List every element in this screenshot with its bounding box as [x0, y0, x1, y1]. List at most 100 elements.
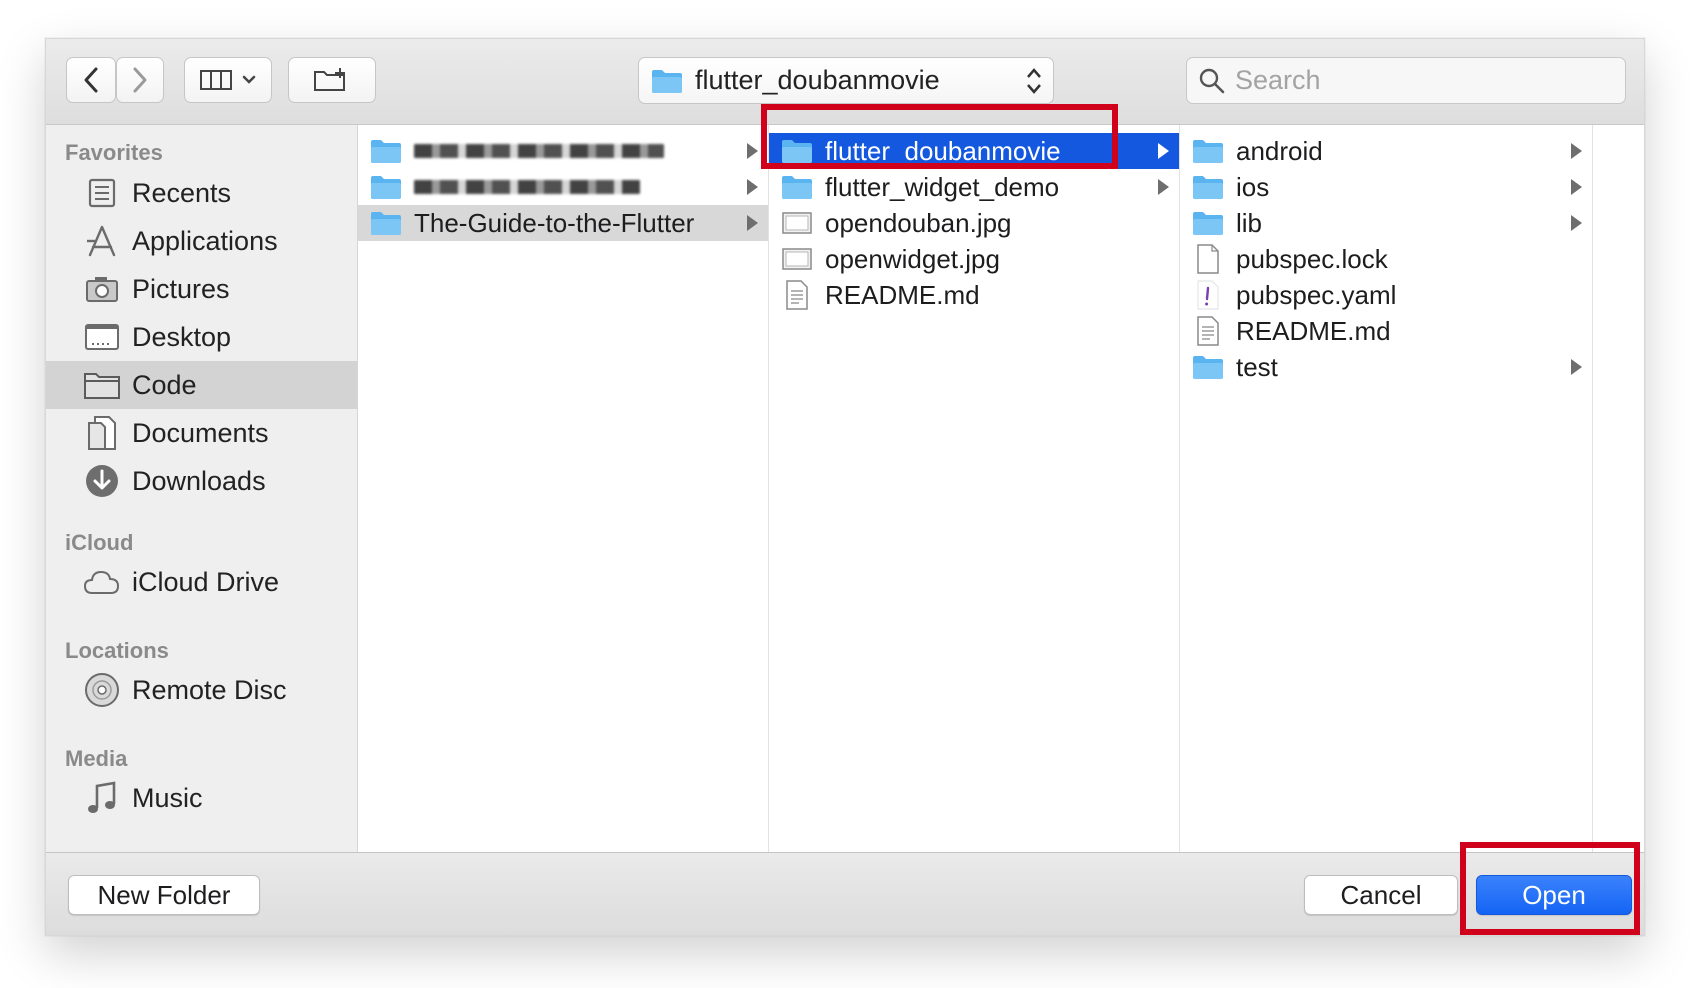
item-name: The-Guide-to-the-Flutter: [414, 207, 695, 238]
search-input[interactable]: [1235, 65, 1615, 96]
path-popup-label: flutter_doubanmovie: [695, 65, 940, 95]
sidebar-item-remote-disc[interactable]: Remote Disc: [46, 666, 357, 714]
cancel-button[interactable]: Cancel: [1304, 875, 1458, 915]
folder-icon: [652, 69, 682, 93]
new-folder-button[interactable]: New Folder: [68, 875, 260, 915]
back-button[interactable]: [66, 57, 116, 103]
list-item[interactable]: README.md: [769, 277, 1179, 313]
item-name: flutter_widget_demo: [825, 171, 1060, 202]
cloud-icon: [82, 562, 122, 602]
redacted-name: [414, 180, 640, 194]
disclosure-arrow-icon: [747, 179, 758, 195]
sidebar-item-downloads[interactable]: Downloads: [46, 457, 357, 505]
sidebar-item-label: Desktop: [132, 321, 232, 352]
forward-button[interactable]: [116, 57, 164, 103]
item-name: opendouban.jpg: [825, 207, 1012, 238]
folder-icon: [82, 365, 122, 405]
item-name: android: [1236, 135, 1323, 166]
list-item[interactable]: ios: [1180, 169, 1592, 205]
sidebar-item-label: Documents: [132, 417, 269, 448]
item-name: ios: [1236, 171, 1270, 202]
up-down-chevron-icon: [1027, 68, 1041, 94]
music-icon: [82, 778, 122, 818]
disclosure-arrow-icon: [1158, 179, 1169, 195]
folder-icon: [370, 207, 402, 239]
item-name: pubspec.lock: [1236, 243, 1388, 274]
browser-column-3: android ios lib pubspec.lock pubspec.yam…: [1180, 125, 1593, 852]
documents-icon: [82, 413, 122, 453]
folder-icon: [1192, 171, 1224, 203]
browser-column-4: [1593, 125, 1644, 852]
sidebar-item-label: Code: [132, 369, 197, 400]
folder-icon: [1192, 207, 1224, 239]
disclosure-arrow-icon: [1571, 179, 1582, 195]
chevron-left-icon: [84, 67, 98, 93]
list-item[interactable]: opendouban.jpg: [769, 205, 1179, 241]
list-item[interactable]: README.md: [1180, 313, 1592, 349]
view-mode-button[interactable]: [184, 57, 272, 103]
desktop-icon: [82, 317, 122, 357]
disclosure-arrow-icon: [1158, 143, 1169, 159]
new-folder-icon: [314, 68, 345, 91]
blank-file-icon: [1192, 243, 1224, 275]
list-item[interactable]: [358, 169, 768, 205]
list-item[interactable]: openwidget.jpg: [769, 241, 1179, 277]
item-name: README.md: [1236, 315, 1391, 346]
browser-column-2: flutter_doubanmovie flutter_widget_demo …: [769, 125, 1180, 852]
disclosure-arrow-icon: [1571, 215, 1582, 231]
new-folder-toolbar-button[interactable]: [288, 57, 376, 103]
list-item[interactable]: pubspec.lock: [1180, 241, 1592, 277]
folder-icon: [781, 171, 813, 203]
sidebar-item-recents[interactable]: Recents: [46, 169, 357, 217]
disclosure-arrow-icon: [747, 143, 758, 159]
folder-icon: [370, 135, 402, 167]
list-item[interactable]: flutter_widget_demo: [769, 169, 1179, 205]
disclosure-arrow-icon: [1571, 359, 1582, 375]
search-icon: [1199, 68, 1225, 93]
sidebar-item-pictures[interactable]: Pictures: [46, 265, 357, 313]
applications-icon: [82, 221, 122, 261]
item-name: test: [1236, 351, 1278, 382]
sidebar-item-icloud-drive[interactable]: iCloud Drive: [46, 558, 357, 606]
search-field[interactable]: [1186, 57, 1626, 104]
sidebar-item-label: Music: [132, 782, 203, 813]
sidebar-item-applications[interactable]: Applications: [46, 217, 357, 265]
sidebar-item-desktop[interactable]: Desktop: [46, 313, 357, 361]
chevron-right-icon: [133, 67, 147, 93]
sidebar-item-label: Applications: [132, 225, 278, 256]
folder-icon: [1192, 135, 1224, 167]
chevron-down-icon: [242, 75, 256, 84]
sidebar-header-locations: Locations: [65, 638, 169, 663]
sidebar-item-code[interactable]: Code: [46, 361, 357, 409]
item-name: pubspec.yaml: [1236, 279, 1397, 310]
sidebar-header-media: Media: [65, 746, 128, 771]
sidebar-item-label: iCloud Drive: [132, 566, 280, 597]
folder-icon: [1192, 351, 1224, 383]
annotation-box-selected-folder: [761, 104, 1118, 169]
list-item[interactable]: android: [1180, 133, 1592, 169]
browser-column-1: The-Guide-to-the-Flutter: [358, 125, 769, 852]
item-name: lib: [1236, 207, 1263, 238]
sidebar-header-icloud: iCloud: [65, 530, 134, 555]
path-popup[interactable]: flutter_doubanmovie: [638, 57, 1054, 104]
list-item[interactable]: lib: [1180, 205, 1592, 241]
list-item[interactable]: pubspec.yaml: [1180, 277, 1592, 313]
sidebar-item-music[interactable]: Music: [46, 774, 357, 822]
list-item[interactable]: test: [1180, 349, 1592, 385]
camera-icon: [82, 269, 122, 309]
item-name: openwidget.jpg: [825, 243, 1000, 274]
columns-view-icon: [200, 70, 232, 90]
sidebar-item-label: Downloads: [132, 465, 266, 496]
list-item[interactable]: [358, 133, 768, 169]
sidebar-header-favorites: Favorites: [65, 140, 163, 165]
image-file-icon: [781, 243, 813, 275]
recents-icon: [82, 173, 122, 213]
sidebar-item-documents[interactable]: Documents: [46, 409, 357, 457]
redacted-name: [414, 144, 664, 158]
open-file-dialog: flutter_doubanmovie Favorites Recents Ap…: [45, 38, 1645, 936]
disclosure-arrow-icon: [747, 215, 758, 231]
sidebar: Favorites Recents Applications Pictures …: [46, 125, 358, 852]
image-file-icon: [781, 207, 813, 239]
text-file-icon: [781, 279, 813, 311]
list-item[interactable]: The-Guide-to-the-Flutter: [358, 205, 768, 241]
